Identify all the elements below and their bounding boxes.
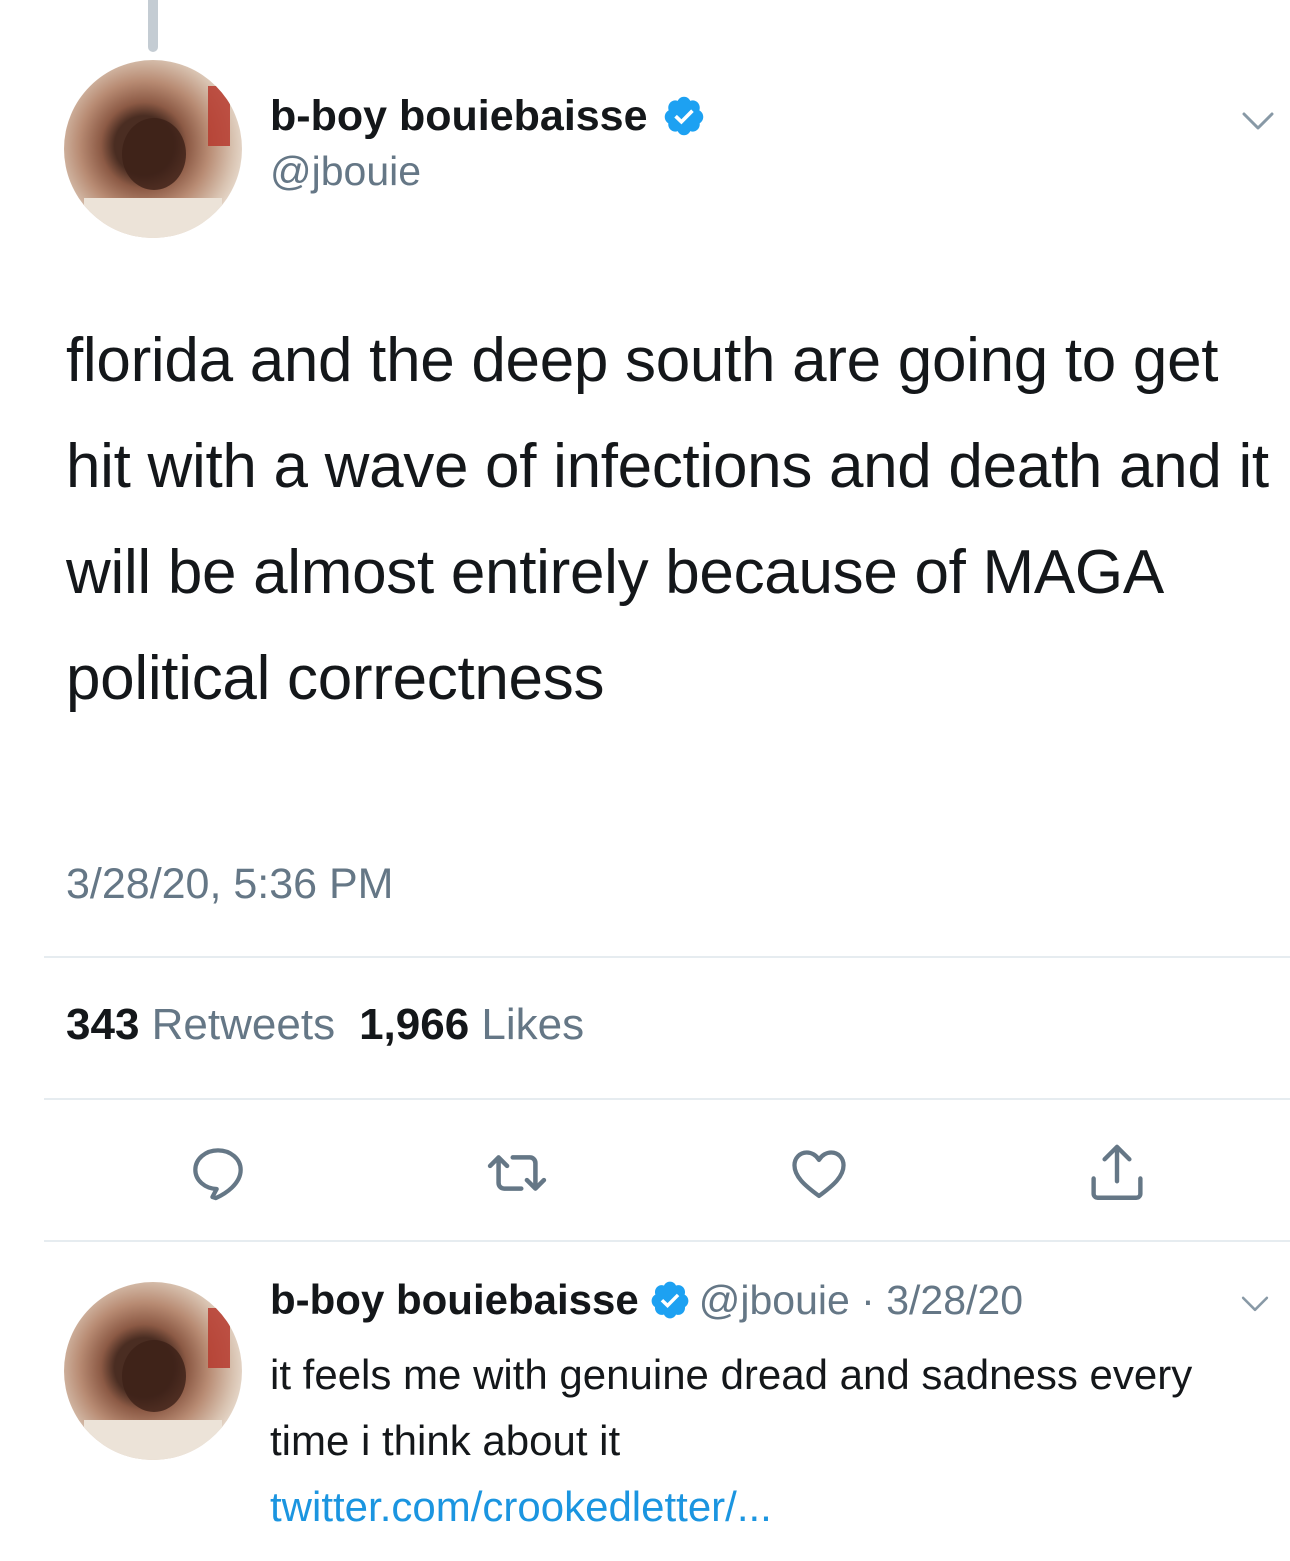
divider	[44, 1240, 1290, 1242]
reply-avatar[interactable]	[64, 1282, 242, 1460]
tweet-stats: 343 Retweets 1,966 Likes	[66, 1000, 584, 1050]
verified-badge-icon	[664, 96, 703, 136]
display-name[interactable]: b-boy bouiebaisse	[270, 92, 648, 141]
likes-count: 1,966	[359, 1000, 470, 1049]
reply-text: it feels me with genuine dread and sadne…	[270, 1351, 1193, 1464]
chevron-down-icon[interactable]	[1238, 100, 1278, 140]
avatar-face	[122, 1340, 186, 1412]
avatar[interactable]	[64, 60, 242, 238]
avatar-shirt	[84, 198, 222, 238]
retweet-button[interactable]	[482, 1138, 552, 1208]
avatar-jersey	[208, 86, 230, 146]
avatar-jersey	[208, 1308, 230, 1368]
reply-tweet-header: b-boy bouiebaisse @jbouie · 3/28/20	[270, 1276, 1023, 1324]
likes-stat[interactable]: 1,966 Likes	[359, 1000, 584, 1049]
divider	[44, 1098, 1290, 1100]
chevron-down-icon[interactable]	[1238, 1286, 1272, 1320]
share-icon	[1091, 1144, 1143, 1200]
retweets-stat[interactable]: 343 Retweets	[66, 1000, 335, 1049]
reply-tweet-body: it feels me with genuine dread and sadne…	[270, 1342, 1230, 1540]
retweets-label: Retweets	[151, 1000, 336, 1049]
divider	[44, 956, 1290, 958]
heart-icon	[792, 1150, 846, 1199]
thread-connector-line	[148, 0, 158, 52]
tweet-timestamp[interactable]: 3/28/20, 5:36 PM	[66, 860, 394, 909]
reply-display-name[interactable]: b-boy bouiebaisse	[270, 1276, 639, 1324]
likes-label: Likes	[481, 1000, 585, 1049]
avatar-shirt	[84, 1420, 222, 1460]
handle[interactable]: @jbouie	[270, 148, 706, 195]
reply-handle-and-date[interactable]: @jbouie · 3/28/20	[699, 1277, 1023, 1324]
tweet-text: florida and the deep south are going to …	[66, 326, 1269, 713]
retweet-icon	[487, 1155, 547, 1191]
reply-button[interactable]	[183, 1138, 253, 1208]
reply-link[interactable]: twitter.com/crookedletter/...	[270, 1474, 1230, 1540]
reply-icon	[193, 1148, 243, 1201]
share-button[interactable]	[1082, 1138, 1152, 1208]
avatar-face	[122, 118, 186, 190]
retweets-count: 343	[66, 1000, 140, 1049]
verified-badge-icon	[651, 1281, 689, 1319]
like-button[interactable]	[784, 1138, 854, 1208]
main-tweet-header: b-boy bouiebaisse @jbouie	[270, 88, 706, 195]
